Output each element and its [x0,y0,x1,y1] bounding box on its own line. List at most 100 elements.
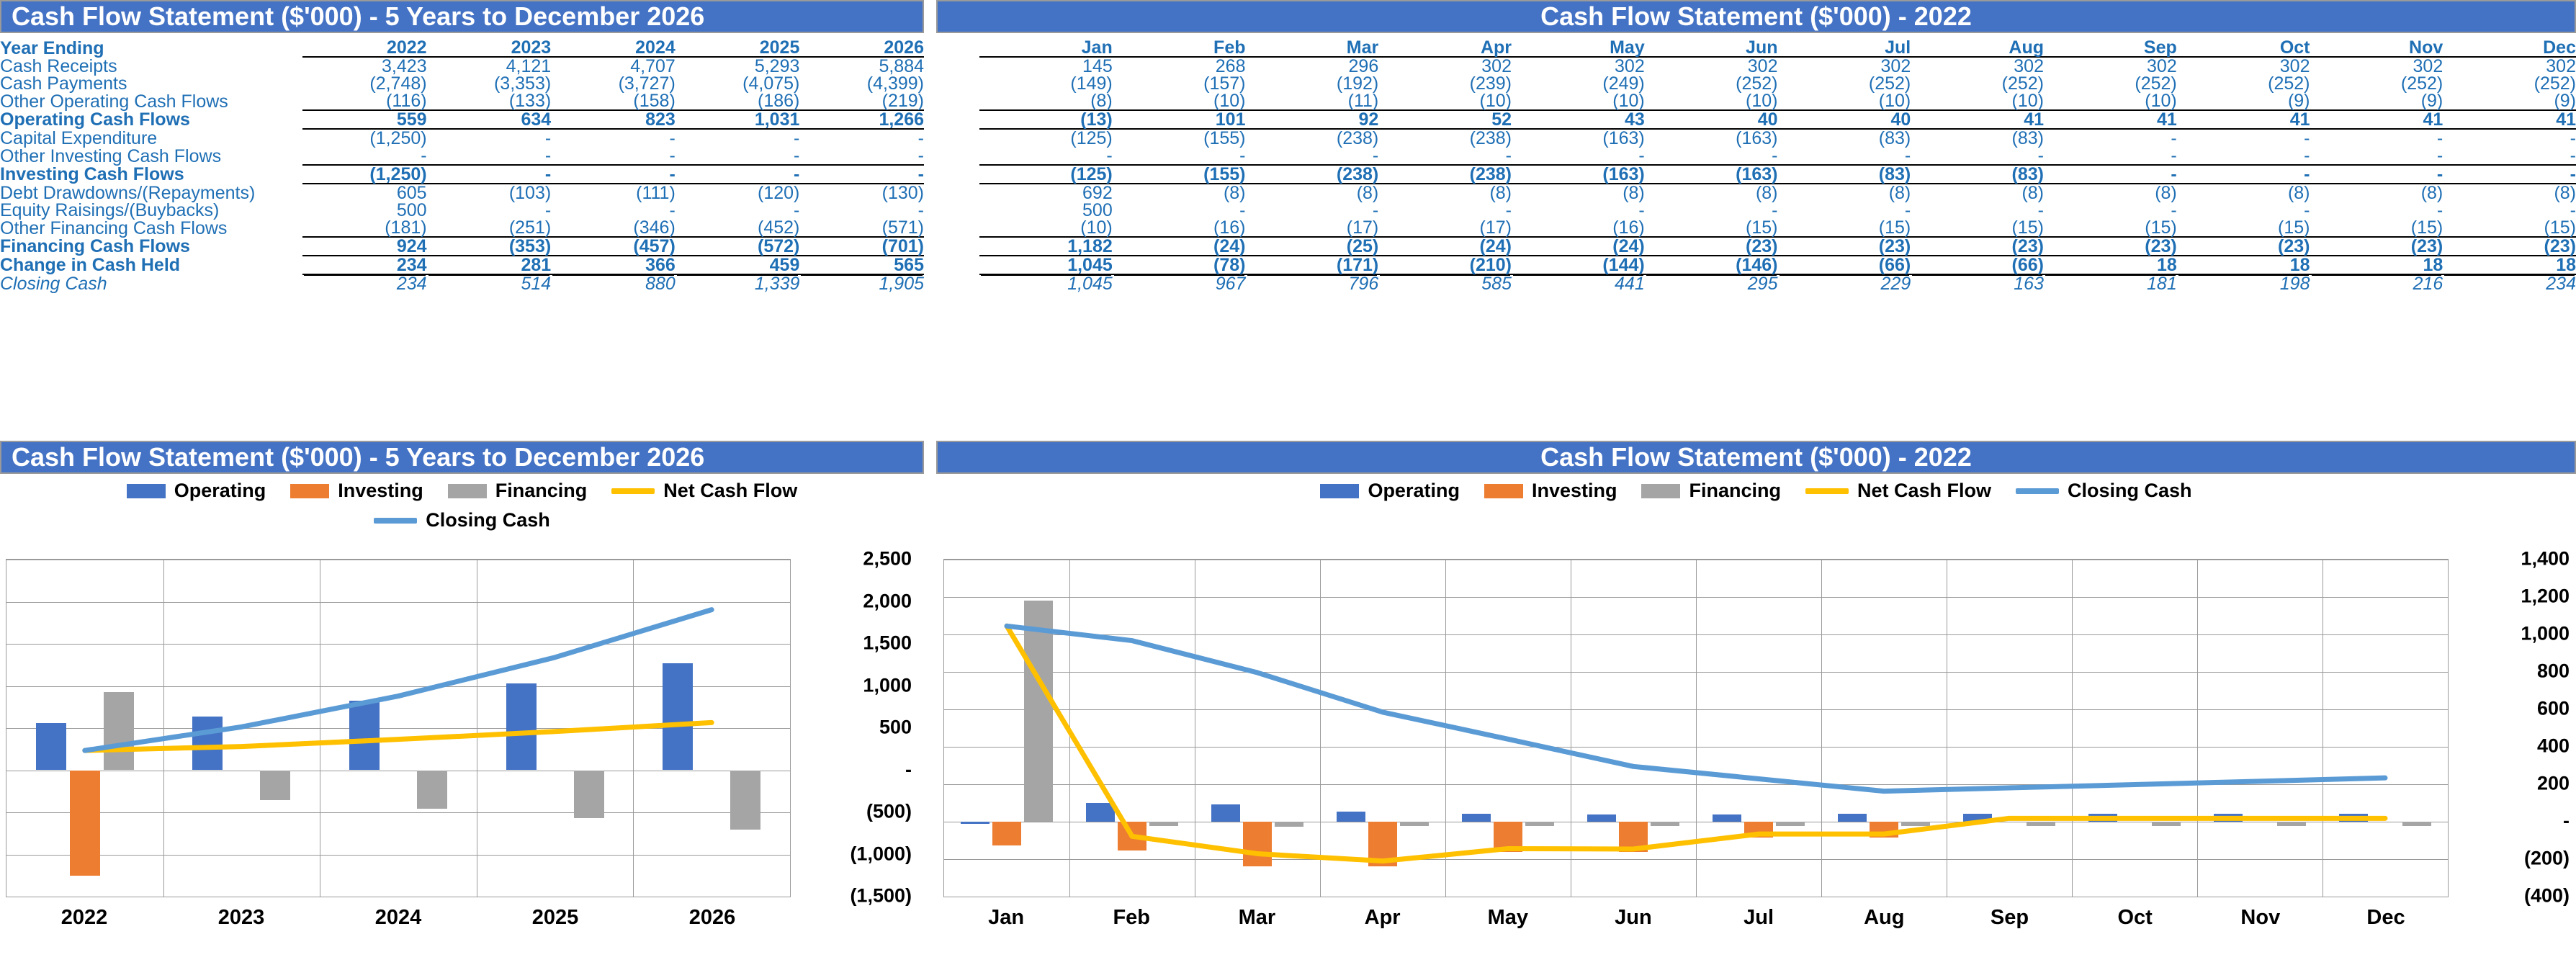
table-cell: 823 [551,109,676,130]
table-cell: (120) [758,183,800,203]
x-axis-tick: Jun [1615,906,1652,929]
table-cell: - [669,128,676,148]
legend-financing: Financing [447,480,587,502]
table-cell: (8) [1090,91,1113,111]
table-cell: (8) [2287,183,2310,203]
table-cell: (192) [1336,73,1379,94]
y-axis-tick: 600 [2536,697,2570,719]
monthly-chart-title: Cash Flow Statement ($'000) - 2022 [936,441,2576,474]
table-row: Other Investing Cash Flows - - - - - [0,145,924,166]
y-axis-tick: (200) [2523,847,2570,869]
legend-investing: Investing [290,480,423,502]
table-cell: (17) [1479,217,1512,238]
table-cell: - [2171,200,2177,220]
table-cell: - [1106,145,1113,166]
table-cell: (158) [633,91,676,111]
table-row: (125) (155) (238) (238) (163) (163) (83) (83) - -… [936,128,2576,148]
column-header: Feb [1112,39,1246,58]
legend-swatch-investing [1484,483,1523,498]
table-cell: (701) [799,236,924,256]
line-closing-cash [1004,623,2388,794]
annual-chart-title: Cash Flow Statement ($'000) - 5 Years to… [0,441,924,474]
monthly-chart-legend: Operating Investing Financing Net Cash F… [936,480,2576,502]
table-cell: 634 [426,109,552,130]
row-label: Operating Cash Flows [0,109,190,130]
x-axis-tick: 2022 [60,906,108,929]
table-cell: 500 [396,200,427,220]
monthly-table-body: Jan Feb Mar Apr May Jun Jul Aug Sep Oct Nov Dec 145 2… [936,39,2576,294]
table-cell: - [551,164,676,184]
table-cell: - [2171,128,2177,148]
table-cell: (181) [385,217,427,238]
table-cell: (116) [386,91,427,111]
table-cell: (157) [1203,73,1246,94]
table-cell: 1,182 [979,236,1113,256]
table-cell: - [1505,145,1512,166]
table-cell: 514 [521,274,552,294]
legend-swatch-net-cash-flow [611,488,655,494]
table-cell: 302 [1481,56,1512,76]
table-cell: 229 [1880,274,1911,294]
column-header: Jun [1644,39,1778,58]
table-cell: (186) [758,91,800,111]
table-cell: (219) [881,91,924,111]
column-header: Apr [1378,39,1512,58]
annual-plot-box [6,559,791,897]
table-cell: (8) [2021,183,2044,203]
monthly-x-axis: Jan Feb Mar Apr May Jun Jul Aug Sep Oct Nov Dec [943,906,2449,930]
table-cell: (4,399) [866,73,924,94]
column-header: Sep [2044,39,2177,58]
column-header: Mar [1245,39,1379,58]
row-label: Capital Expenditure [0,127,158,148]
legend-label-operating: Operating [1368,480,1460,501]
monthly-table-wrap: Jan Feb Mar Apr May Jun Jul Aug Sep Oct Nov Dec 145 2… [936,33,2576,294]
column-header: 2026 [799,39,924,58]
table-cell: (252) [2534,73,2576,94]
table-cell: 1,905 [879,274,924,294]
table-cell: - [1638,200,1645,220]
table-cell: (9) [2420,91,2443,111]
column-header: 2024 [551,39,676,58]
table-cell: (8) [2554,183,2576,203]
table-cell: 302 [2014,56,2044,76]
table-cell: (8) [1755,183,1778,203]
table-cell: - [794,145,800,166]
table-cell: (15) [2145,217,2177,238]
row-label [936,184,979,202]
table-cell: (10) [1080,217,1113,238]
table-cell: (3,727) [618,73,676,94]
table-cell: (251) [508,217,552,238]
table-cell: - [917,200,924,220]
table-cell: (23) [2044,236,2177,256]
row-label [936,75,979,92]
y-axis-tick: (1,000) [850,843,912,864]
annual-y-axis: 2,500 2,000 1,500 1,000 500 - (500) (1,000) (1,5… [796,548,912,907]
table-cell: 295 [1747,274,1778,294]
x-axis-tick: Oct [2117,906,2153,929]
table-cell: (171) [1245,255,1379,275]
table-cell: (252) [2135,73,2177,94]
row-label [936,219,979,237]
table-row: Operating Cash Flows 559 634 823 1,031 1,266 [0,109,924,130]
table-cell: (146) [1644,255,1778,275]
table-cell: 5,884 [879,56,924,76]
table-cell: 796 [1348,274,1379,294]
legend-label-operating: Operating [174,480,266,501]
table-cell: (11) [1347,91,1379,111]
table-cell: (10) [2011,91,2044,111]
table-cell: 1,031 [675,109,800,130]
legend-swatch-closing-cash [2016,488,2060,494]
table-cell: - [421,145,427,166]
table-cell: - [2304,145,2310,166]
column-header: Dec [2443,39,2576,58]
table-cell: (8) [1356,183,1379,203]
annual-chart-legend: Operating Investing Financing Net Cash F… [0,480,924,531]
table-cell: - [669,200,676,220]
table-cell: - [1638,145,1645,166]
table-cell: (10) [1479,91,1512,111]
monthly-cashflow-table: Jan Feb Mar Apr May Jun Jul Aug Sep Oct Nov Dec 145 2… [936,39,2576,294]
table-cell: 4,121 [506,56,552,76]
table-header-row: Jan Feb Mar Apr May Jun Jul Aug Sep Oct Nov Dec [936,39,2576,58]
table-cell: (163) [1644,164,1778,184]
x-axis-tick: Dec [2366,906,2405,929]
